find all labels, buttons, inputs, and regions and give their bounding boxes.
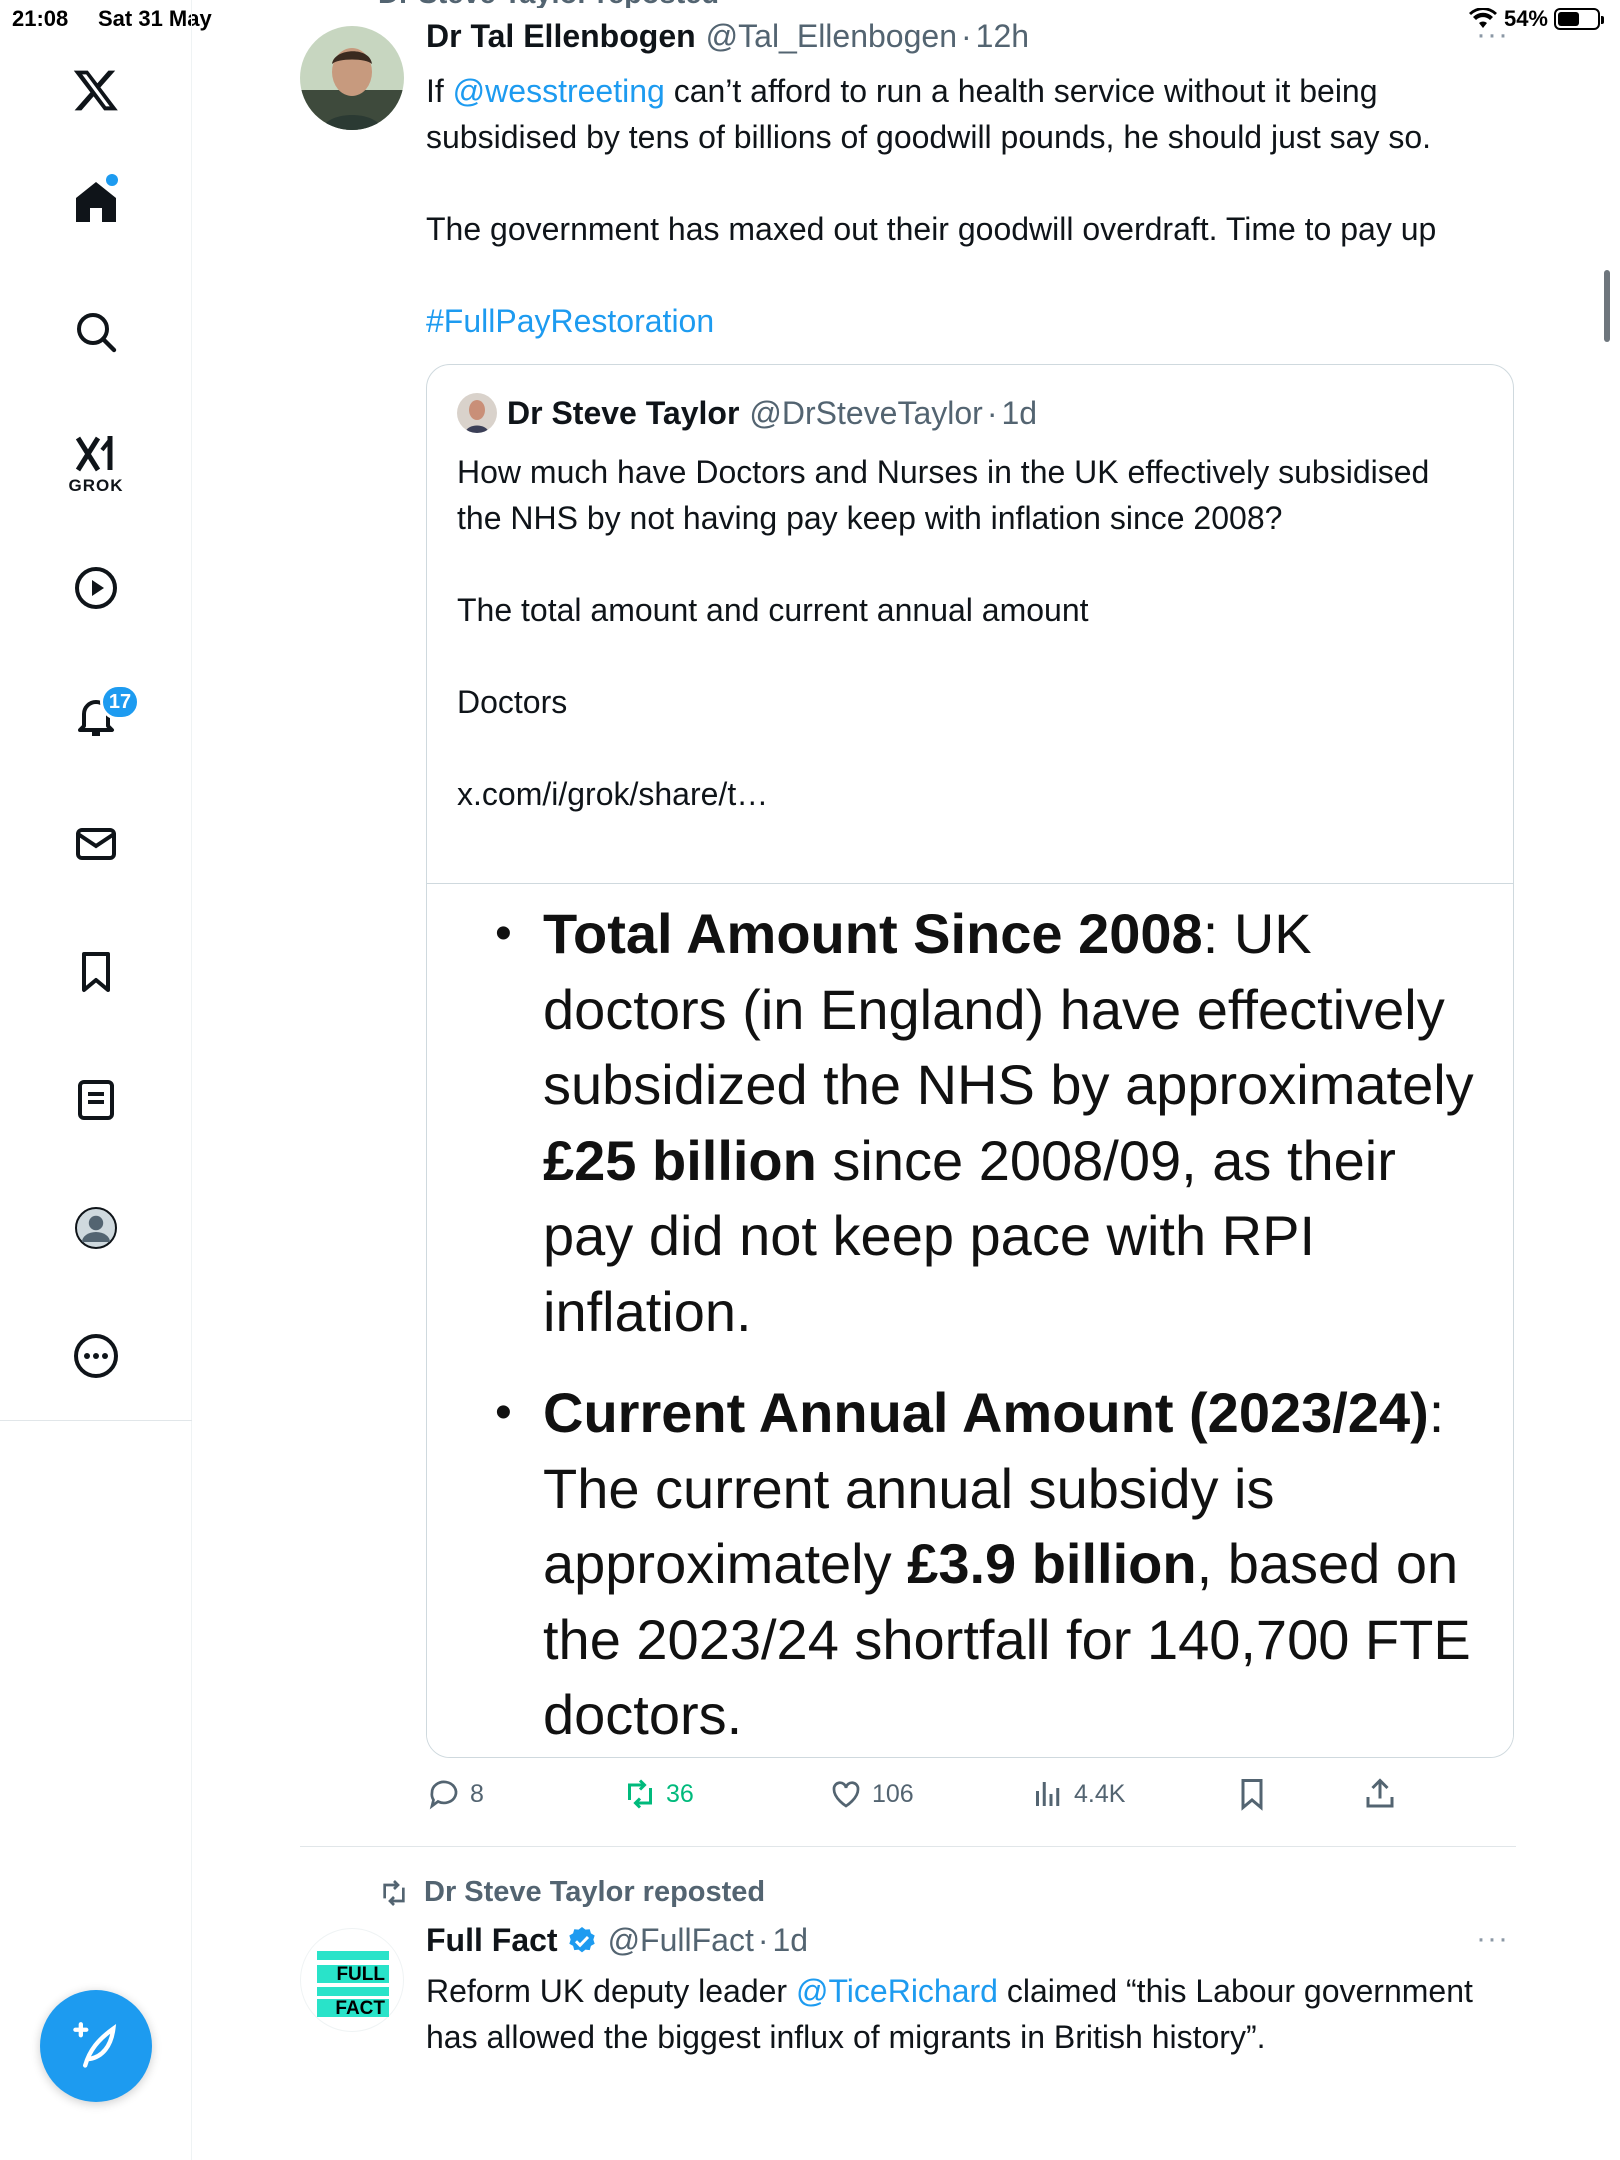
- tweet2-repost-label[interactable]: Dr Steve Taylor reposted: [424, 1876, 765, 1909]
- repost-count: 36: [666, 1779, 694, 1808]
- home-unread-dot: [106, 174, 118, 186]
- tweet1-top-context-text: Dr Steve Taylor reposted: [378, 0, 719, 8]
- tweet-separator: [300, 1846, 1516, 1847]
- reply-button[interactable]: 8: [426, 1776, 484, 1812]
- views-icon: [1036, 1782, 1060, 1806]
- quote-text-line2: The total amount and current annual amou…: [457, 592, 1089, 628]
- tweet1-header: Dr Tal Ellenbogen @Tal_Ellenbogen · 12h: [426, 18, 1029, 55]
- like-button[interactable]: 106: [828, 1776, 914, 1812]
- reply-icon: [429, 1780, 458, 1810]
- sidebar-divider: [0, 1420, 192, 1421]
- quote-author-name: Dr Steve Taylor: [507, 394, 740, 431]
- messages-icon[interactable]: [56, 804, 136, 884]
- compose-button[interactable]: [40, 1990, 152, 2102]
- tweet2-author-name[interactable]: Full Fact: [426, 1922, 558, 1959]
- quote-image[interactable]: Total Amount Since 2008: UK doctors (in …: [427, 883, 1513, 1757]
- tweet2-text-prefix: Reform UK deputy leader: [426, 1973, 796, 2009]
- share-button[interactable]: [1362, 1776, 1398, 1812]
- bookmarks-icon[interactable]: [56, 932, 136, 1012]
- tweet2-header: Full Fact @FullFact · 1d: [426, 1922, 808, 1959]
- quote-text-line3: Doctors: [457, 684, 568, 720]
- answer-bullet-annual: Current Annual Amount (2023/24): The cur…: [495, 1375, 1495, 1753]
- tweet2-repost-context: Dr Steve Taylor reposted: [378, 1876, 765, 1909]
- quote-link[interactable]: x.com/i/grok/share/t…: [457, 771, 1477, 817]
- battery-percent: 54%: [1503, 6, 1548, 31]
- profile-icon[interactable]: [56, 1188, 136, 1268]
- tweet1-handle[interactable]: @Tal_Ellenbogen: [706, 18, 957, 55]
- bookmark-icon: [1241, 1779, 1263, 1811]
- quote-text: How much have Doctors and Nurses in the …: [457, 449, 1477, 817]
- answer-bullet-total: Total Amount Since 2008: UK doctors (in …: [495, 896, 1495, 1349]
- tweet2-more-icon[interactable]: ···: [1476, 1922, 1509, 1956]
- tweet1-avatar[interactable]: [300, 26, 404, 130]
- share-icon: [1366, 1778, 1394, 1808]
- tweet2-time[interactable]: 1d: [773, 1922, 809, 1959]
- views-button[interactable]: 4.4K: [1030, 1776, 1125, 1812]
- bullet1-amount: £25 billion: [543, 1128, 817, 1192]
- video-icon[interactable]: [56, 548, 136, 628]
- tweet1-time[interactable]: 12h: [976, 18, 1029, 55]
- bookmark-button[interactable]: [1234, 1776, 1270, 1812]
- tweet1-mention[interactable]: @wesstreeting: [453, 73, 665, 109]
- quote-separator: ·: [986, 394, 998, 431]
- verified-badge-icon: [568, 1926, 595, 1952]
- home-icon[interactable]: [56, 162, 136, 242]
- lists-icon[interactable]: [56, 1060, 136, 1140]
- heart-icon: [832, 1781, 860, 1808]
- fullfact-logo-text-1: FULL: [336, 1964, 385, 1985]
- reply-count: 8: [470, 1779, 484, 1808]
- tweet1-author-name[interactable]: Dr Tal Ellenbogen: [426, 18, 696, 55]
- views-count: 4.4K: [1074, 1779, 1126, 1808]
- repost-button[interactable]: 36: [622, 1776, 694, 1812]
- quote-header: Dr Steve Taylor @DrSteveTaylor · 1d: [457, 393, 1037, 433]
- repost-icon: [628, 1779, 652, 1809]
- bullet2-amount: £3.9 billion: [907, 1532, 1197, 1595]
- quote-time: 1d: [1001, 394, 1038, 431]
- x-logo-icon[interactable]: [56, 50, 136, 130]
- grok-answer-list: Total Amount Since 2008: UK doctors (in …: [495, 884, 1495, 1753]
- sidebar: GROK 17: [0, 0, 192, 2160]
- tweet1-text-prefix: If: [426, 73, 453, 109]
- more-icon[interactable]: [56, 1316, 136, 1396]
- tweet1-text-para1: If @wesstreeting can’t afford to run a h…: [426, 68, 1516, 160]
- tweet2-mention[interactable]: @TiceRichard: [796, 1973, 998, 2009]
- notification-count-badge: 17: [100, 684, 140, 720]
- quote-text-line1: How much have Doctors and Nurses in the …: [457, 454, 1430, 536]
- quote-avatar: [457, 393, 497, 433]
- compose-feather-icon: [73, 2022, 117, 2068]
- repost-context-icon: [383, 1879, 405, 1906]
- tweet1-text-para2: The government has maxed out their goodw…: [426, 211, 1437, 247]
- tweet2-handle[interactable]: @FullFact: [608, 1922, 754, 1959]
- tweet1-top-context: Dr Steve Taylor reposted: [378, 0, 719, 8]
- like-count: 106: [872, 1779, 914, 1808]
- fullfact-logo-text-2: FACT: [335, 1998, 385, 2019]
- quote-handle: @DrSteveTaylor: [749, 394, 983, 431]
- tweet1-hashtag[interactable]: #FullPayRestoration: [426, 298, 714, 344]
- bullet1-heading: Total Amount Since 2008: [543, 902, 1203, 965]
- search-icon[interactable]: [56, 292, 136, 372]
- scrollbar-thumb[interactable]: [1604, 270, 1610, 342]
- tweet1-more-icon[interactable]: ···: [1476, 18, 1509, 52]
- grok-label: GROK: [68, 476, 124, 495]
- tweet1-separator: ·: [960, 18, 972, 54]
- fullfact-avatar[interactable]: FULL FACT: [300, 1928, 404, 2032]
- tweet1-action-bar: 8 36 106 4.4K: [426, 1776, 1516, 1820]
- tweet2-text: Reform UK deputy leader @TiceRichard cla…: [426, 1968, 1486, 2060]
- quoted-tweet[interactable]: Dr Steve Taylor @DrSteveTaylor · 1d How …: [426, 364, 1514, 1758]
- tweet2-separator: ·: [757, 1922, 769, 1958]
- battery-icon: [1554, 8, 1604, 30]
- bullet2-heading: Current Annual Amount (2023/24): [543, 1381, 1429, 1444]
